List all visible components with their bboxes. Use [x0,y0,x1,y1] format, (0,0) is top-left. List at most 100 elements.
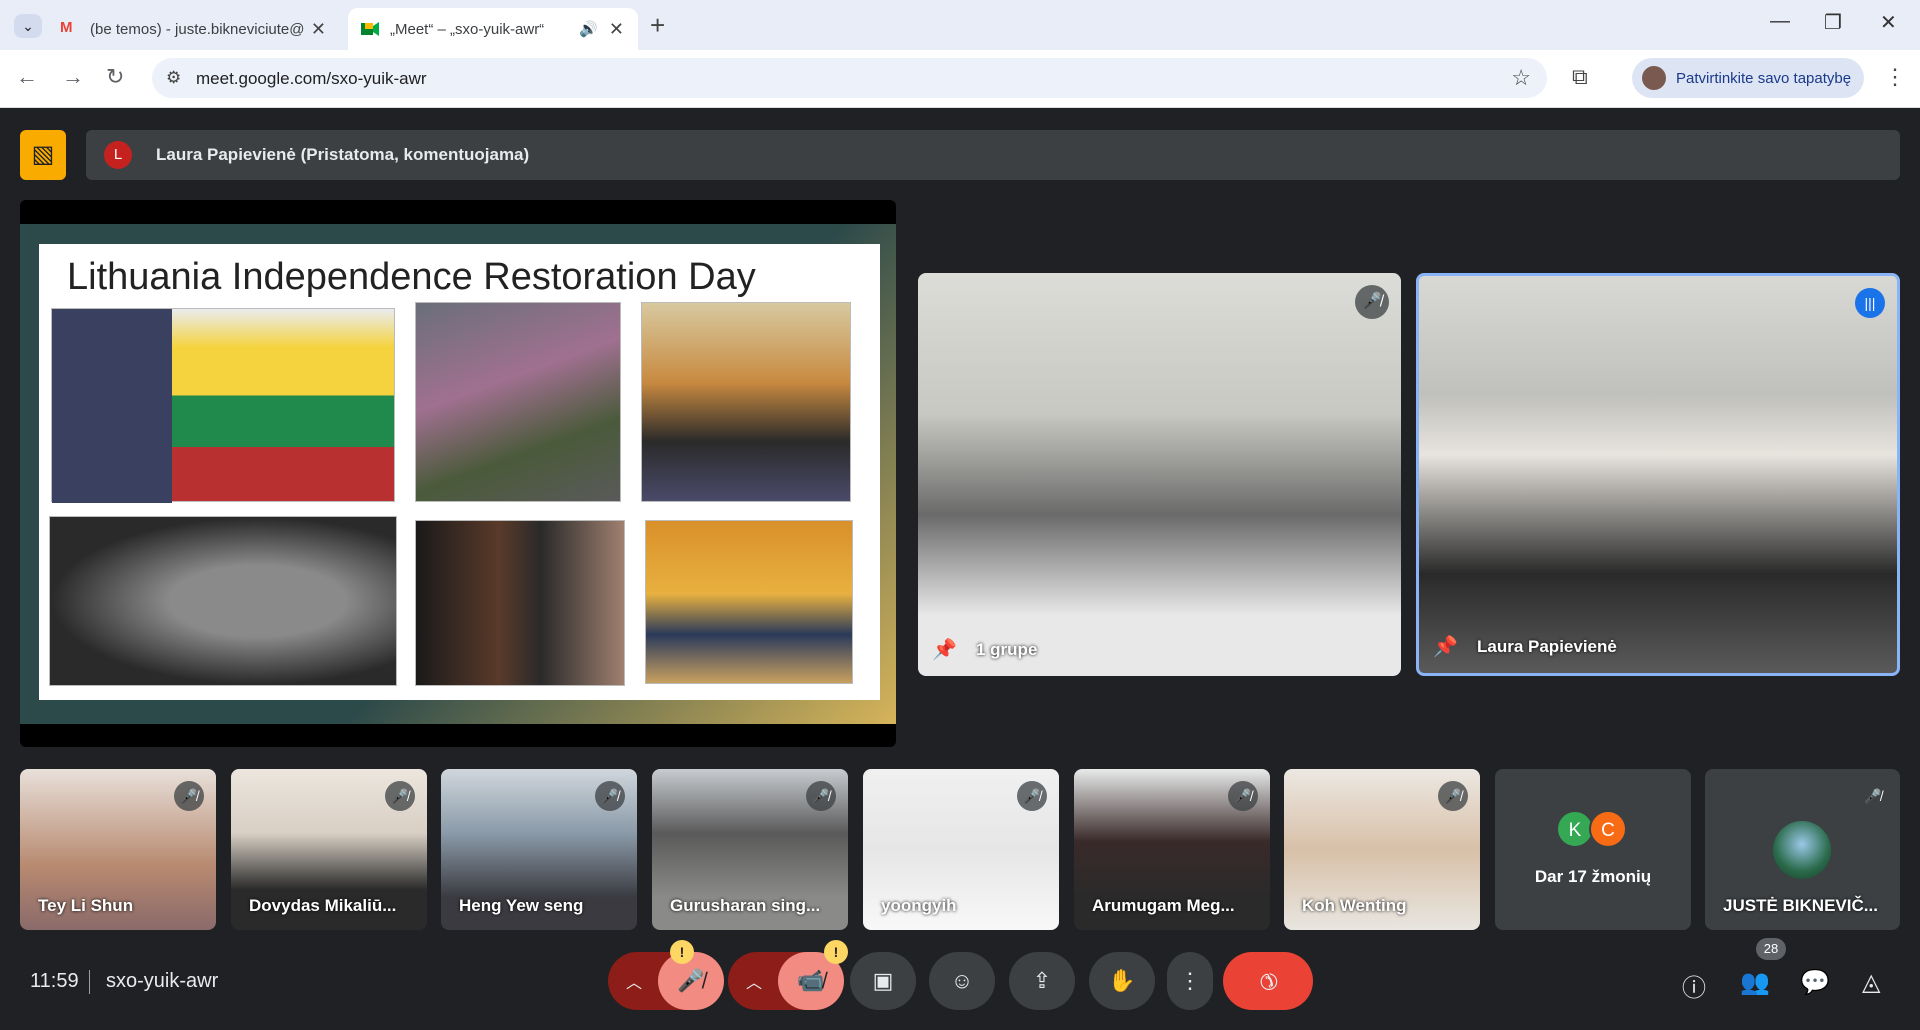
tile-name: 1 grupe [976,640,1038,659]
activities-icon[interactable]: ◬ [1862,968,1880,997]
present-screen-icon: ⇪ [1032,968,1052,993]
slide-photo-aerial [49,516,397,686]
participant-tile[interactable]: 🎤̸ JUSTĖ BIKNEVIČ... [1705,769,1900,930]
control-bar: 11:59 sxo-yuik-awr ︿ 🎤̸ ! ︿ 📹̸ ! ▣ ☺ ⇪ ✋… [0,938,1920,1030]
pin-icon[interactable]: 📌 [1433,634,1458,659]
slide-photo-children [645,520,853,684]
close-tab-icon[interactable]: ✕ [609,19,624,40]
others-tile[interactable]: K C Dar 17 žmonių [1495,769,1691,930]
participant-name: JUSTĖ BIKNEVIČ... [1723,896,1878,915]
chevron-up-icon[interactable]: ︿ [626,969,642,993]
new-tab-button[interactable]: + [650,10,665,41]
profile-label: Patvirtinkite savo tapatybę [1676,69,1852,87]
slide-photo-crowd [415,302,621,502]
address-bar[interactable]: ⚙ meet.google.com/sxo-yuik-awr ☆ [152,58,1547,98]
more-vert-icon: ⋮ [1179,968,1201,993]
mic-off-icon: 🎤̸ [1355,285,1389,319]
meeting-time: 11:59 [30,970,79,992]
raise-hand-button[interactable]: ✋ [1089,952,1155,1010]
gmail-icon: M [60,19,73,36]
meet-icon [360,19,380,39]
presentation-stream[interactable]: Lithuania Independence Restoration Day [20,200,896,747]
forward-icon[interactable]: → [62,64,84,90]
meeting-code: sxo-yuik-awr [106,970,219,992]
avatar [1773,821,1831,879]
presenter-banner: L Laura Papievienė (Pristatoma, komentuo… [86,130,1900,180]
participant-tile[interactable]: 🎤̸ Tey Li Shun [20,769,216,930]
close-tab-icon[interactable]: ✕ [311,19,326,40]
participant-name: yoongyih [881,896,957,915]
reload-icon[interactable]: ↻ [106,64,124,90]
tab-title: (be temos) - juste.bikneviciute@ [90,20,305,38]
site-info-icon[interactable]: ⚙ [166,68,181,88]
meeting-details-icon[interactable]: ⓘ [1682,968,1706,1003]
participant-tile[interactable]: 🎤̸ Gurusharan sing... [652,769,848,930]
presentation-bar: ▧ L Laura Papievienė (Pristatoma, koment… [20,130,1900,180]
reactions-button[interactable]: ☺ [929,952,995,1010]
mic-off-icon: 🎤̸ [595,781,625,811]
address-toolbar: ← → ↻ ⚙ meet.google.com/sxo-yuik-awr ☆ ⧉… [0,50,1920,108]
end-call-icon: ✆ [1252,965,1284,997]
chat-icon[interactable]: 💬 [1800,968,1830,997]
slide-photo-flag [51,308,395,503]
audio-settings-button[interactable]: ︿ 🎤̸ ! [608,940,724,1010]
participant-tile[interactable]: 🎤̸ yoongyih [863,769,1059,930]
slide-photo-hall [641,302,851,502]
more-options-button[interactable]: ⋮ [1167,952,1213,1010]
video-settings-button[interactable]: ︿ 📹̸ ! [728,940,848,1010]
presenter-avatar: L [104,141,132,169]
participant-name: Heng Yew seng [459,896,584,915]
mic-off-icon: 🎤̸ [385,781,415,811]
tile-name: Laura Papievienė [1477,637,1617,656]
url-text[interactable]: meet.google.com/sxo-yuik-awr [196,69,427,89]
tab-gmail[interactable]: M (be temos) - juste.bikneviciute@ ✕ [48,8,340,50]
presentation-icon[interactable]: ▧ [20,130,66,180]
participant-tile[interactable]: 🎤̸ Heng Yew seng [441,769,637,930]
mic-off-icon: 🎤̸ [1438,781,1468,811]
speaking-indicator-icon: ||| [1855,288,1885,318]
present-button[interactable]: ⇪ [1009,952,1075,1010]
participant-name: Dovydas Mikaliū... [249,896,397,915]
mic-toggle-button[interactable]: 🎤̸ [658,952,724,1010]
people-icon[interactable]: 👥 [1740,968,1770,997]
captions-button[interactable]: ▣ [850,952,916,1010]
people-count-badge: 28 [1756,938,1786,960]
slide-title: Lithuania Independence Restoration Day [67,256,756,298]
warning-icon: ! [824,940,848,964]
mic-off-icon: 🎤̸ [174,781,204,811]
participant-name: Arumugam Meg... [1092,896,1235,915]
video-tile-group[interactable]: 🎤̸ 📌 1 grupe [918,273,1401,676]
browser-tab-strip: ⌄ M (be temos) - juste.bikneviciute@ ✕ „… [0,0,1920,50]
captions-icon: ▣ [872,968,894,993]
bookmark-star-icon[interactable]: ☆ [1511,65,1531,91]
avatar: C [1589,810,1627,848]
leave-call-button[interactable]: ✆ [1223,952,1313,1010]
participant-tile[interactable]: 🎤̸ Dovydas Mikaliū... [231,769,427,930]
restore-icon[interactable]: ❐ [1824,10,1842,35]
tab-search-button[interactable]: ⌄ [14,14,42,38]
browser-menu-icon[interactable]: ⋮ [1884,64,1906,90]
warning-icon: ! [670,940,694,964]
audio-playing-icon[interactable]: 🔊 [579,20,598,38]
emoji-icon: ☺ [950,968,974,993]
tab-title: „Meet“ – „sxo-yuik-awr“ [390,20,545,38]
chevron-up-icon[interactable]: ︿ [746,969,762,993]
participant-tile[interactable]: 🎤̸ Koh Wenting [1284,769,1480,930]
slide-page: Lithuania Independence Restoration Day [39,244,880,700]
profile-button[interactable]: Patvirtinkite savo tapatybę [1632,58,1864,98]
participant-name: Gurusharan sing... [670,896,821,915]
presenter-label: Laura Papievienė (Pristatoma, komentuoja… [156,145,530,164]
divider [89,970,90,994]
participant-name: Koh Wenting [1302,896,1407,915]
participant-tile[interactable]: 🎤̸ Arumugam Meg... [1074,769,1270,930]
close-window-icon[interactable]: ✕ [1880,10,1897,35]
tab-meet[interactable]: „Meet“ – „sxo-yuik-awr“ 🔊 ✕ [348,8,638,50]
avatar [1642,66,1666,90]
back-icon[interactable]: ← [16,64,38,90]
minimize-icon[interactable]: — [1770,10,1790,33]
pin-icon[interactable]: 📌 [932,637,957,662]
extensions-icon[interactable]: ⧉ [1572,64,1588,90]
mic-off-icon: 🎤̸ [1858,781,1888,811]
others-label: Dar 17 žmonių [1534,867,1652,886]
video-tile-presenter[interactable]: ||| 📌 Laura Papievienė [1416,273,1900,676]
